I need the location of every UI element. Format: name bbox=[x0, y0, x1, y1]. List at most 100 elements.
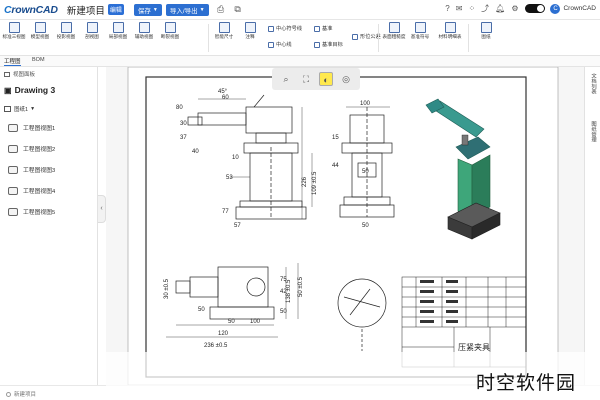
dim-label: 50 bbox=[362, 169, 369, 175]
highlight-icon[interactable]: ◐ bbox=[319, 72, 333, 86]
bell-icon[interactable]: 🔔︎ bbox=[495, 4, 505, 13]
tree-item-view-5[interactable]: 工程图视图5 bbox=[8, 207, 55, 216]
dim-label: 50 bbox=[198, 307, 205, 313]
standard-views-icon bbox=[8, 22, 20, 33]
note-button[interactable]: 注释 bbox=[238, 20, 262, 40]
tab-bom[interactable]: BOM bbox=[32, 57, 45, 63]
dim-label: 53 bbox=[226, 175, 233, 181]
dim-label: 100 bbox=[250, 319, 261, 325]
dim-label: 45° bbox=[218, 89, 228, 95]
view-toolbar: ⌕ ⛶ ◐ ◎ bbox=[272, 68, 360, 90]
dim-label: 30 ±0.5 bbox=[164, 278, 170, 299]
projected-view-icon bbox=[60, 22, 72, 33]
tree-item-view-1[interactable]: 工程图视图1 bbox=[8, 123, 55, 132]
status-project: 新建项目 bbox=[6, 390, 36, 398]
break-view-button[interactable]: 断裂视图 bbox=[158, 20, 182, 40]
drawing-canvas[interactable]: 60 45° 80 30 37 10 53 77 57 226 109 ±0.5… bbox=[106, 67, 584, 385]
detail-view-icon bbox=[112, 22, 124, 33]
section-view-icon bbox=[86, 22, 98, 33]
share-icon[interactable]: ⤴ bbox=[481, 3, 489, 14]
drawing-view-icon bbox=[8, 207, 18, 216]
project-title[interactable]: 新建项目 bbox=[67, 3, 105, 17]
standard-views-button[interactable]: 标准三视图 bbox=[2, 20, 26, 40]
bom-table-button[interactable]: 材料明细表 bbox=[438, 20, 462, 40]
datum-target-button[interactable]: 基准目标 bbox=[314, 41, 343, 48]
surface-finish-button[interactable]: 表面粗糙度 bbox=[382, 20, 406, 40]
datum-icon bbox=[314, 25, 320, 32]
message-icon[interactable]: ✉ bbox=[456, 4, 463, 13]
apps-icon[interactable]: ⁘ bbox=[468, 4, 475, 13]
section-view-button[interactable]: 剖视图 bbox=[80, 20, 104, 40]
tree-item-view-2[interactable]: 工程图视图2 bbox=[8, 144, 55, 153]
drawing-icon: ▣ bbox=[4, 85, 12, 95]
sheet-button[interactable]: 图纸 bbox=[474, 20, 498, 40]
panel-icon bbox=[4, 71, 10, 77]
centerline-button[interactable]: 中心线 bbox=[268, 41, 292, 48]
model-view-icon bbox=[34, 22, 46, 33]
smart-dimension-button[interactable]: 智能尺寸 bbox=[212, 20, 236, 40]
drawing-view-icon bbox=[8, 165, 18, 174]
dim-label: 50 bbox=[362, 223, 369, 229]
zoom-icon[interactable]: ⌕ bbox=[279, 72, 293, 86]
center-mark-button[interactable]: 中心符号线 bbox=[268, 25, 302, 32]
dim-label: 30 bbox=[180, 121, 187, 127]
crowncad-logo[interactable]: CrownCAD bbox=[4, 4, 58, 16]
ribbon-divider bbox=[378, 24, 379, 52]
tree-item-view-4[interactable]: 工程图视图4 bbox=[8, 186, 55, 195]
dim-label: 37 bbox=[180, 135, 187, 141]
right-side-panel: 文档列表 图纸管理 bbox=[584, 67, 600, 385]
datum-symbol-button[interactable]: 基准符号 bbox=[408, 20, 432, 40]
save-button[interactable]: 保存 ▼ bbox=[133, 3, 162, 16]
drawing-title[interactable]: ▣ Drawing 3 bbox=[4, 85, 55, 95]
gear-icon[interactable]: ⚙ bbox=[511, 4, 518, 13]
collapse-panel-button[interactable]: ‹ bbox=[98, 195, 106, 223]
ribbon-toolbar: 标准三视图 模型视图 投影视图 剖视图 局部视图 辅助视图 断裂视图 智能尺寸 … bbox=[0, 20, 600, 56]
import-export-button[interactable]: 导入/导出 ▼ bbox=[165, 3, 209, 16]
iso-pin bbox=[461, 134, 469, 146]
auxiliary-view-button[interactable]: 辅助视图 bbox=[132, 20, 156, 40]
sheet-icon bbox=[4, 106, 11, 112]
avatar[interactable]: C bbox=[550, 3, 561, 14]
drawing-view-icon bbox=[8, 186, 18, 195]
chevron-down-icon: ▼ bbox=[152, 6, 158, 13]
tab-document-list[interactable]: 文档列表 bbox=[589, 73, 597, 94]
ribbon-divider bbox=[208, 24, 209, 52]
chevron-down-icon: ▼ bbox=[199, 6, 205, 13]
display-mode-icon[interactable]: ◎ bbox=[339, 72, 353, 86]
detail-view-button[interactable]: 局部视图 bbox=[106, 20, 130, 40]
projected-view-button[interactable]: 投影视图 bbox=[54, 20, 78, 40]
print-icon[interactable]: ⎙ bbox=[216, 4, 226, 15]
copy-icon[interactable]: ⧉ bbox=[233, 4, 243, 15]
datum-button[interactable]: 基准 bbox=[314, 25, 332, 32]
dim-label: 226 bbox=[302, 176, 308, 187]
auxiliary-view-icon bbox=[138, 22, 150, 33]
dim-label: 75 bbox=[280, 277, 287, 283]
help-icon[interactable]: ? bbox=[445, 4, 449, 13]
dim-label: 44 bbox=[332, 163, 339, 169]
chevron-left-icon: ‹ bbox=[100, 205, 103, 212]
dimension-icon bbox=[218, 22, 230, 33]
note-icon bbox=[244, 22, 256, 33]
break-view-icon bbox=[164, 22, 176, 33]
drawing-sheet: 60 45° 80 30 37 10 53 77 57 226 109 ±0.5… bbox=[127, 67, 559, 385]
chevron-down-icon: ▼ bbox=[30, 106, 36, 112]
dim-label: 236 ±0.5 bbox=[204, 343, 228, 349]
dim-label: 50 bbox=[228, 319, 235, 325]
dim-label: 15 bbox=[332, 135, 339, 141]
watermark-text: 时空软件园 bbox=[476, 373, 577, 394]
view-panel-toggle[interactable]: 视图面板 bbox=[4, 70, 35, 78]
tab-sheet-management[interactable]: 图纸管理 bbox=[589, 121, 597, 142]
model-view-button[interactable]: 模型视图 bbox=[28, 20, 52, 40]
dim-label: 77 bbox=[222, 209, 229, 215]
theme-toggle[interactable] bbox=[525, 4, 546, 13]
dim-label: 50 bbox=[280, 309, 287, 315]
user-name[interactable]: CrownCAD bbox=[563, 5, 596, 12]
sheet-group[interactable]: 图纸1 ▼ bbox=[4, 105, 35, 113]
fit-view-icon[interactable]: ⛶ bbox=[299, 72, 313, 86]
tab-drawing[interactable]: 工程图 bbox=[4, 57, 21, 66]
datum-target-icon bbox=[314, 41, 320, 48]
tree-item-view-3[interactable]: 工程图视图3 bbox=[8, 165, 55, 174]
dim-label: 10 bbox=[232, 155, 239, 161]
gdt-button[interactable]: 形位公差 bbox=[352, 33, 381, 40]
gdt-icon bbox=[352, 33, 358, 40]
